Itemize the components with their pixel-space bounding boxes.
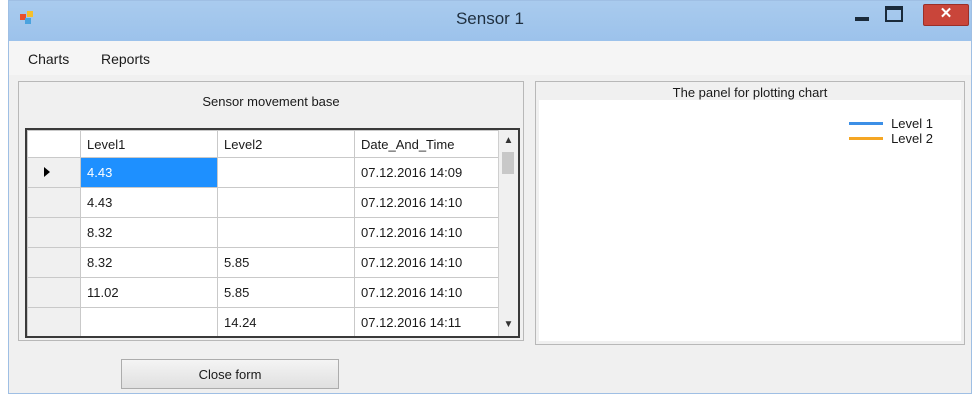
table-row[interactable]: 11.02 5.85 07.12.2016 14:10 xyxy=(27,277,500,308)
close-form-button[interactable]: Close form xyxy=(121,359,339,389)
legend-swatch-level-1 xyxy=(849,122,884,125)
cell-date-and-time[interactable]: 07.12.2016 14:11 xyxy=(354,307,500,336)
title-bar[interactable]: Sensor 1 ✕ xyxy=(9,1,971,41)
chart-legend: Level 1 Level 2 xyxy=(849,116,933,146)
cell-date-and-time[interactable]: 07.12.2016 14:10 xyxy=(354,217,500,248)
cell-level1[interactable]: 11.02 xyxy=(80,277,218,308)
close-window-button[interactable]: ✕ xyxy=(923,4,969,26)
table-row[interactable]: 8.32 5.85 07.12.2016 14:10 xyxy=(27,247,500,278)
menu-bar: Charts Reports xyxy=(9,41,971,75)
corner-cell[interactable] xyxy=(27,130,81,158)
row-header[interactable] xyxy=(27,247,81,278)
minimize-button[interactable] xyxy=(851,4,873,24)
sensor-movement-panel: Sensor movement base Level1 Level2 Date_… xyxy=(18,81,524,341)
data-table: Level1 Level2 Date_And_Time 4.43 07.12.2… xyxy=(27,130,500,336)
chart-panel-title: The panel for plotting chart xyxy=(672,85,828,100)
row-header[interactable] xyxy=(27,277,81,308)
close-icon: ✕ xyxy=(939,5,953,22)
cell-level1[interactable] xyxy=(80,307,218,336)
row-header[interactable] xyxy=(27,307,81,336)
column-header-level2[interactable]: Level2 xyxy=(217,130,355,158)
table-row[interactable]: 4.43 07.12.2016 14:09 xyxy=(27,157,500,188)
cell-level2[interactable]: 5.85 xyxy=(217,247,355,278)
cell-level2[interactable]: 5.85 xyxy=(217,277,355,308)
current-row-icon xyxy=(44,167,50,177)
legend-swatch-level-2 xyxy=(849,137,884,140)
row-header[interactable] xyxy=(27,187,81,218)
row-header[interactable] xyxy=(27,157,81,188)
menu-charts[interactable]: Charts xyxy=(28,51,69,67)
table-row[interactable]: 14.24 07.12.2016 14:11 xyxy=(27,307,500,336)
table-row[interactable]: 8.32 07.12.2016 14:10 xyxy=(27,217,500,248)
header-row: Level1 Level2 Date_And_Time xyxy=(27,130,500,158)
cell-date-and-time[interactable]: 07.12.2016 14:09 xyxy=(354,157,500,188)
chart-plot-area[interactable]: Level 1 Level 2 xyxy=(539,100,961,341)
chart-panel: The panel for plotting chart Level 1 Lev… xyxy=(535,81,965,345)
sensor-window: Sensor 1 ✕ Charts Reports Sensor movemen… xyxy=(8,0,972,394)
legend-item-level-1: Level 1 xyxy=(849,116,933,131)
scroll-down-icon[interactable]: ▼ xyxy=(499,316,518,334)
cell-level2[interactable] xyxy=(217,157,355,188)
column-header-level1[interactable]: Level1 xyxy=(80,130,218,158)
column-header-date-and-time[interactable]: Date_And_Time xyxy=(354,130,500,158)
grid-panel-title: Sensor movement base xyxy=(202,94,340,109)
cell-level2[interactable] xyxy=(217,217,355,248)
cell-level1[interactable]: 4.43 xyxy=(80,157,218,188)
cell-level1[interactable]: 8.32 xyxy=(80,217,218,248)
cell-level2[interactable] xyxy=(217,187,355,218)
row-header[interactable] xyxy=(27,217,81,248)
data-grid[interactable]: Level1 Level2 Date_And_Time 4.43 07.12.2… xyxy=(25,128,520,338)
cell-date-and-time[interactable]: 07.12.2016 14:10 xyxy=(354,187,500,218)
cell-level1[interactable]: 4.43 xyxy=(80,187,218,218)
cell-level1[interactable]: 8.32 xyxy=(80,247,218,278)
menu-reports[interactable]: Reports xyxy=(101,51,150,67)
cell-date-and-time[interactable]: 07.12.2016 14:10 xyxy=(354,277,500,308)
maximize-button[interactable] xyxy=(882,4,904,24)
cell-date-and-time[interactable]: 07.12.2016 14:10 xyxy=(354,247,500,278)
scroll-up-icon[interactable]: ▲ xyxy=(499,132,518,150)
cell-level2[interactable]: 14.24 xyxy=(217,307,355,336)
scroll-thumb[interactable] xyxy=(502,152,514,174)
vertical-scrollbar[interactable]: ▲ ▼ xyxy=(498,130,518,336)
legend-label-level-1: Level 1 xyxy=(891,116,933,131)
table-row[interactable]: 4.43 07.12.2016 14:10 xyxy=(27,187,500,218)
legend-label-level-2: Level 2 xyxy=(891,131,933,146)
window-title: Sensor 1 xyxy=(455,9,525,28)
legend-item-level-2: Level 2 xyxy=(849,131,933,146)
